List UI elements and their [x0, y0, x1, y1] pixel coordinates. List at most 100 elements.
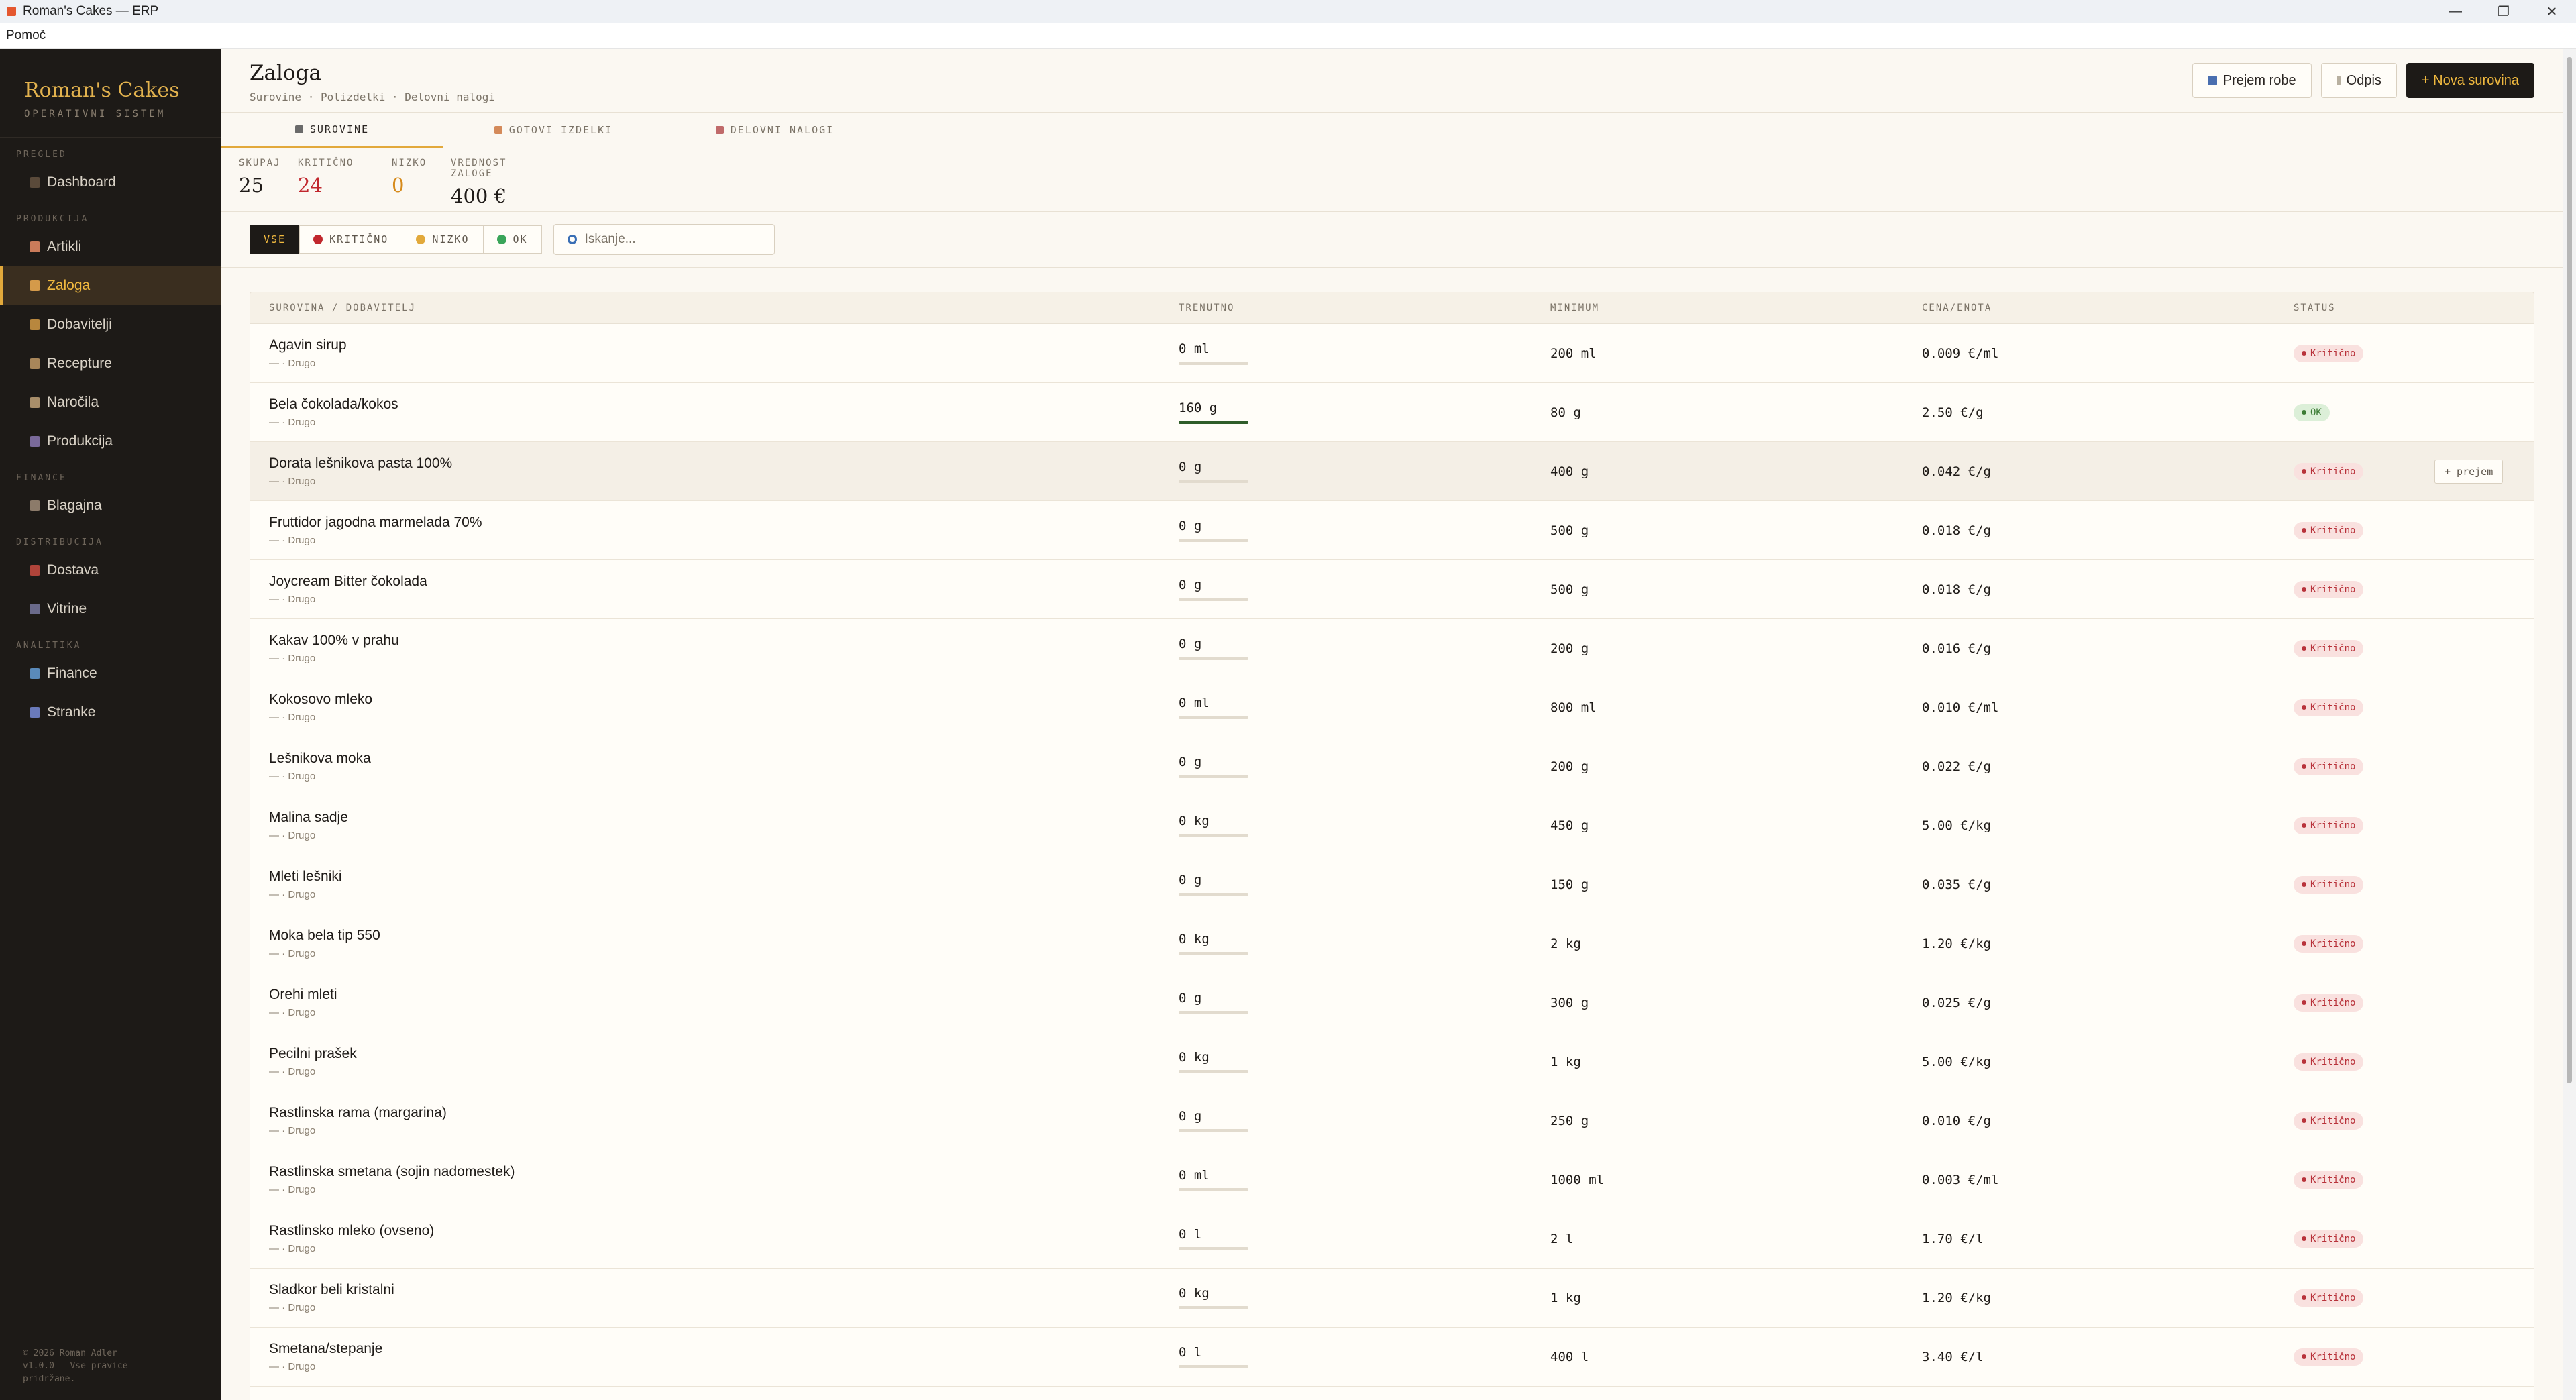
current-stock-value: 0 g — [1179, 637, 1202, 651]
factory-icon — [30, 436, 40, 447]
table-row[interactable]: Kakav 100% v prahu — · Drugo 0 g 200 g 0.016… — [250, 619, 2534, 678]
unit-price-value: 0.035 €/g — [1922, 877, 1991, 892]
table-row[interactable]: Moka bela tip 550 — · Drugo 0 kg 2 kg 1.20 €… — [250, 914, 2534, 973]
supplier-name: — · Drugo — [269, 889, 316, 900]
table-row[interactable]: Rastlinska rama (margarina) — · Drugo 0 g 2… — [250, 1091, 2534, 1150]
stock-level-bar — [1179, 716, 1248, 719]
sidebar-item-stranke[interactable]: Stranke — [0, 693, 221, 732]
status-dot-icon — [2302, 646, 2306, 651]
scrollbar[interactable] — [2563, 49, 2576, 1400]
filter-chip-label: VSE — [264, 233, 286, 246]
sidebar-item-vitrine[interactable]: Vitrine — [0, 590, 221, 629]
table-row[interactable]: Dorata lešnikova pasta 100% — · Drugo 0 g 4… — [250, 442, 2534, 501]
table-row[interactable]: Fruttidor jagodna marmelada 70% — · Drugo… — [250, 501, 2534, 560]
status-dot-icon — [2302, 469, 2306, 474]
column-header[interactable]: CENA/ENOTA — [1922, 303, 2294, 313]
status-dot-icon — [2302, 823, 2306, 828]
status-label: Kritično — [2310, 1115, 2356, 1126]
sidebar-item-label: Naročila — [47, 394, 99, 410]
stock-level-bar — [1179, 539, 1248, 542]
sidebar-item-label: Dobavitelji — [47, 317, 112, 332]
menu-help[interactable]: Pomoč — [6, 28, 46, 43]
column-header[interactable]: MINIMUM — [1550, 303, 1922, 313]
unit-price-value: 1.70 €/l — [1922, 1231, 1984, 1246]
column-header[interactable]: STATUS — [2294, 303, 2401, 313]
minimize-icon[interactable]: — — [2431, 0, 2479, 23]
brand-name: Roman's Cakes — [24, 78, 180, 102]
sidebar-item-finance[interactable]: Finance — [0, 654, 221, 693]
brand-subtitle: OPERATIVNI SISTEM — [24, 109, 166, 119]
ingredient-cell: Orehi mleti — · Drugo — [250, 987, 1179, 1018]
new-ingredient-button[interactable]: + Nova surovina — [2406, 63, 2534, 98]
book-icon — [30, 358, 40, 369]
filter-chip-nizko[interactable]: NIZKO — [402, 225, 484, 254]
receive-goods-button[interactable]: Prejem robe — [2192, 63, 2312, 98]
tab-surovine[interactable]: SUROVINE — [221, 113, 443, 148]
status-dot-icon — [2302, 1000, 2306, 1005]
ingredient-name: Kakav 100% v prahu — [269, 633, 399, 648]
cake-icon — [30, 241, 40, 252]
table-row[interactable]: Joycream Bitter čokolada — · Drugo 0 g 500 … — [250, 560, 2534, 619]
ingredient-name: Rastlinska smetana (sojin nadomestek) — [269, 1164, 515, 1179]
stat-card: VREDNOST ZALOGE 400 € — [433, 148, 570, 211]
table-row[interactable]: Rastlinska smetana (sojin nadomestek) — ·… — [250, 1150, 2534, 1209]
current-stock-cell: 0 g — [1179, 578, 1550, 601]
brand: Roman's Cakes OPERATIVNI SISTEM — [0, 49, 221, 138]
sidebar-item-recepture[interactable]: Recepture — [0, 344, 221, 383]
column-header[interactable]: SUROVINA / DOBAVITELJ — [250, 303, 1179, 313]
table-row[interactable]: Smetana/stepanje — · Drugo 0 l 400 l 3.40 €/… — [250, 1328, 2534, 1387]
table-row[interactable]: Orehi mleti — · Drugo 0 g 300 g 0.025 €/g Kri… — [250, 973, 2534, 1032]
status-badge: Kritično — [2294, 875, 2364, 894]
tab-delovni-nalogi[interactable]: DELOVNI NALOGI — [664, 113, 885, 148]
filter-chip-vse[interactable]: VSE — [250, 225, 301, 254]
sidebar-item-dobavitelji[interactable]: Dobavitelji — [0, 305, 221, 344]
sidebar-item-zaloga[interactable]: Zaloga — [0, 266, 221, 305]
maximize-icon[interactable]: ❐ — [2479, 0, 2528, 23]
stock-level-bar — [1179, 1306, 1248, 1309]
status-dot-icon — [2302, 882, 2306, 887]
current-stock-cell: 0 kg — [1179, 1286, 1550, 1309]
stock-level-fill — [1179, 421, 1248, 424]
unit-price-value: 3.40 €/l — [1922, 1349, 1984, 1364]
status-badge: Kritično — [2294, 698, 2364, 716]
nav-section-label: FINANCE — [16, 473, 67, 483]
footer-line: © 2026 Roman Adler — [23, 1348, 117, 1358]
ingredient-name: Moka bela tip 550 — [269, 928, 380, 943]
status-cell: Kritično — [2294, 993, 2401, 1012]
column-header[interactable]: TRENUTNO — [1179, 303, 1550, 313]
filter-chip-kritično[interactable]: KRITIČNO — [299, 225, 403, 254]
sidebar-item-produkcija[interactable]: Produkcija — [0, 422, 221, 461]
close-icon[interactable]: ✕ — [2528, 0, 2576, 23]
writeoff-button[interactable]: Odpis — [2320, 63, 2397, 98]
sidebar-item-artikli[interactable]: Artikli — [0, 227, 221, 266]
table-row[interactable]: Sladkor beli kristalni — · Drugo 0 kg 1 kg 1… — [250, 1269, 2534, 1328]
status-badge: Kritično — [2294, 757, 2364, 775]
status-dot-icon — [2302, 1354, 2306, 1359]
minimum-stock-value: 400 g — [1550, 464, 1589, 479]
status-cell: Kritično — [2294, 1053, 2401, 1071]
table-row[interactable]: Mleti lešniki — · Drugo 0 g 150 g 0.035 €/g K… — [250, 855, 2534, 914]
sidebar-item-dostava[interactable]: Dostava — [0, 551, 221, 590]
table-row[interactable]: Pecilni prašek — · Drugo 0 kg 1 kg 5.00 €/kg… — [250, 1032, 2534, 1091]
table-row[interactable]: Malina sadje — · Drugo 0 kg 450 g 5.00 €/kg K… — [250, 796, 2534, 855]
status-dot-icon — [2302, 587, 2306, 592]
table-row[interactable]: Bela čokolada/kokos — · Drugo 160 g 80 g 2.5… — [250, 383, 2534, 442]
unit-price-value: 1.20 €/kg — [1922, 1290, 1991, 1305]
table-row[interactable]: Agavin sirup — · Drugo 0 ml 200 ml 0.009 €/m… — [250, 324, 2534, 383]
current-stock-value: 0 g — [1179, 578, 1202, 592]
table-row[interactable]: Kokosovo mleko — · Drugo 0 ml 800 ml 0.010 €… — [250, 678, 2534, 737]
scrollbar-thumb[interactable] — [2567, 57, 2572, 1083]
sidebar-item-naročila[interactable]: Naročila — [0, 383, 221, 422]
tab-gotovi-izdelki[interactable]: GOTOVI IZDELKI — [443, 113, 664, 148]
table-row[interactable]: Lešnikova moka — · Drugo 0 g 200 g 0.022 €/g… — [250, 737, 2534, 796]
window-titlebar: Roman's Cakes — ERP — ❐ ✕ — [0, 0, 2576, 23]
receive-row-button[interactable]: + prejem — [2434, 459, 2504, 484]
sidebar-item-dashboard[interactable]: Dashboard — [0, 163, 221, 202]
search-input[interactable]: Iskanje... — [553, 224, 775, 255]
ingredient-name: Smetana/stepanje — [269, 1341, 383, 1356]
sidebar-item-blagajna[interactable]: Blagajna — [0, 486, 221, 525]
stat-label: SKUPAJ — [239, 158, 281, 168]
table-row[interactable]: Rastlinsko mleko (ovseno) — · Drugo 0 l 2 l… — [250, 1209, 2534, 1269]
table-row[interactable]: Soda bikarbona— · Drugo0 g100 g0.020 €/g… — [250, 1387, 2534, 1400]
filter-chip-ok[interactable]: OK — [482, 225, 542, 254]
